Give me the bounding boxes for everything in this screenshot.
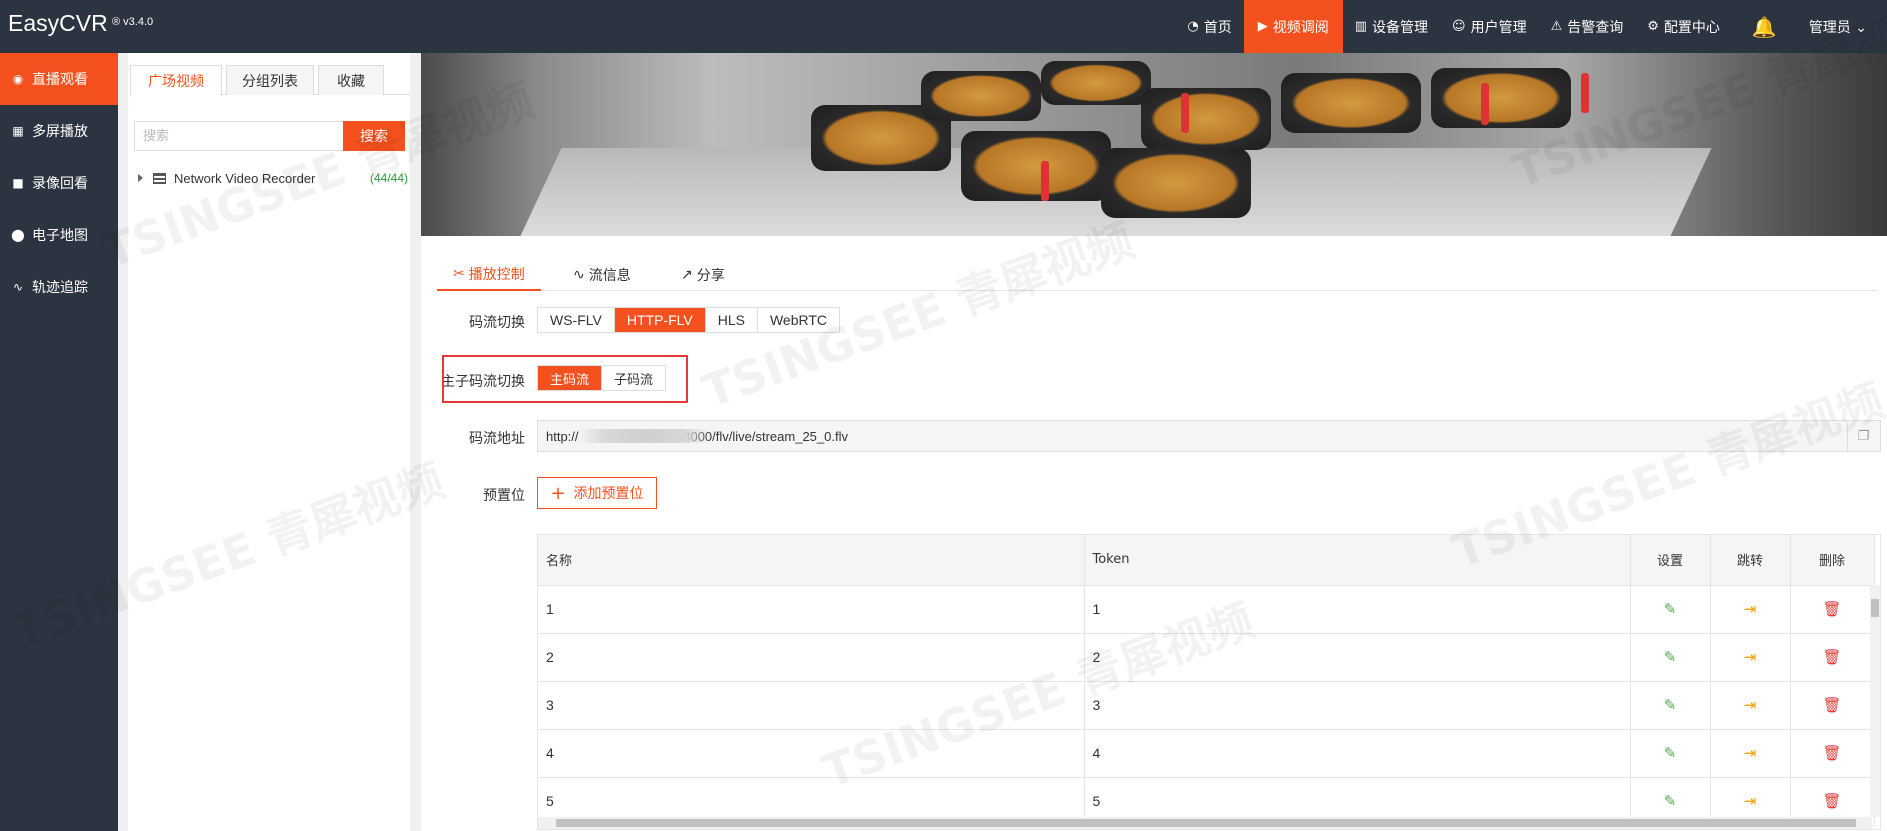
trash-icon[interactable]: 🗑 <box>1822 793 1841 810</box>
nav-config[interactable]: ⚙ 配置中心 <box>1635 0 1732 53</box>
expand-arrow-icon[interactable] <box>138 174 143 182</box>
redacted-host <box>579 429 711 443</box>
edit-icon[interactable]: ✎ <box>1664 601 1677 618</box>
app-version: ® v3.4.0 <box>112 16 154 28</box>
app-logo: EasyCVR <box>8 10 108 36</box>
add-preset-button[interactable]: + 添加预置位 <box>537 477 657 509</box>
video-player[interactable] <box>421 53 1887 236</box>
top-nav: ◔ 首页 ▶ 视频调阅 ▥ 设备管理 ☺ 用户管理 ⚠ 告警查询 ⚙ 配置中心 🔔 管理员 … <box>1175 0 1887 53</box>
col-settings: 设置 <box>1630 535 1711 586</box>
user-icon: ☺ <box>1452 19 1466 34</box>
user-menu[interactable]: 管理员 ⌄ <box>1797 0 1887 53</box>
top-bar: EasyCVR ® v3.4.0 ◔ 首页 ▶ 视频调阅 ▥ 设备管理 ☺ 用户管理 ⚠… <box>0 0 1887 53</box>
search-button[interactable]: 搜索 <box>343 121 405 151</box>
table-row: 2 2 ✎ ⇥ 🗑 <box>538 633 1875 682</box>
table-header: 名称 Token 设置 跳转 删除 <box>538 535 1875 586</box>
sidebar-item-track[interactable]: ∿ 轨迹追踪 <box>0 261 118 313</box>
col-jump: 跳转 <box>1710 535 1791 586</box>
trash-icon[interactable]: 🗑 <box>1822 649 1841 666</box>
player-tabs: ✂ 播放控制 ∿ 流信息 ↗ 分享 <box>437 258 1877 291</box>
sidebar-item-live[interactable]: ◉ 直播观看 <box>0 53 118 105</box>
tab-stream-info[interactable]: ∿ 流信息 <box>573 258 631 291</box>
tab-groups[interactable]: 分组列表 <box>226 65 314 95</box>
plus-icon: + <box>550 482 566 504</box>
map-pin-icon: ⬤ <box>11 228 25 242</box>
jump-icon[interactable]: ⇥ <box>1744 793 1757 810</box>
sidebar-item-multiscreen[interactable]: ▦ 多屏播放 <box>0 105 118 157</box>
video-icon: ■ <box>12 176 24 190</box>
nav-devices[interactable]: ▥ 设备管理 <box>1343 0 1440 53</box>
gear-icon: ⚙ <box>1647 19 1659 34</box>
highlight-box <box>442 355 688 403</box>
nav-home[interactable]: ◔ 首页 <box>1175 0 1243 53</box>
tree-node-count: (44/44) <box>369 171 408 185</box>
table-row: 4 4 ✎ ⇥ 🗑 <box>538 729 1875 778</box>
sidebar-item-playback[interactable]: ■ 录像回看 <box>0 157 118 209</box>
stream-hls-button[interactable]: HLS <box>705 308 758 332</box>
trash-icon[interactable]: 🗑 <box>1822 745 1841 762</box>
edit-icon[interactable]: ✎ <box>1664 697 1677 714</box>
pulse-icon: ∿ <box>573 266 585 283</box>
tools-icon: ✂ <box>453 265 465 282</box>
col-delete: 删除 <box>1790 535 1875 586</box>
nav-alarms[interactable]: ⚠ 告警查询 <box>1539 0 1636 53</box>
jump-icon[interactable]: ⇥ <box>1744 697 1757 714</box>
tree-node-nvr[interactable]: Network Video Recorder (44/44) <box>138 167 408 189</box>
share-icon: ↗ <box>681 266 693 283</box>
stream-url-label: 码流地址 <box>469 431 525 447</box>
col-name: 名称 <box>538 535 1085 586</box>
tab-favorites[interactable]: 收藏 <box>318 65 384 95</box>
table-row: 3 3 ✎ ⇥ 🗑 <box>538 681 1875 730</box>
stream-ws-flv-button[interactable]: WS-FLV <box>538 308 615 332</box>
stream-webrtc-button[interactable]: WebRTC <box>757 308 840 332</box>
tree-tabs: 广场视频 分组列表 收藏 <box>130 65 410 96</box>
main-panel: ✂ 播放控制 ∿ 流信息 ↗ 分享 码流切换 WS-FLV HTTP-FLV HLS … <box>421 53 1887 831</box>
sidebar-item-map[interactable]: ⬤ 电子地图 <box>0 209 118 261</box>
jump-icon[interactable]: ⇥ <box>1744 601 1757 618</box>
dashboard-icon: ◔ <box>1187 19 1199 34</box>
tab-plaza[interactable]: 广场视频 <box>130 65 222 96</box>
table-row: 1 1 ✎ ⇥ 🗑 <box>538 585 1875 634</box>
stream-switch-label: 码流切换 <box>469 315 525 331</box>
preset-table: 名称 Token 设置 跳转 删除 1 1 ✎ ⇥ 🗑 2 2 ✎ ⇥ 🗑 3 3 ✎ ⇥ 🗑 4 4 ✎ ⇥… <box>537 534 1881 830</box>
preset-label: 预置位 <box>483 488 525 504</box>
play-circle-icon: ▶ <box>1257 19 1268 34</box>
grid-icon: ▦ <box>12 124 24 138</box>
table-horizontal-scrollbar[interactable] <box>538 817 1872 829</box>
jump-icon[interactable]: ⇥ <box>1744 649 1757 666</box>
trash-icon[interactable]: 🗑 <box>1822 697 1841 714</box>
device-icon: ▥ <box>1354 19 1368 34</box>
search-input[interactable] <box>134 121 344 151</box>
stream-url-field[interactable]: http:// 18000/flv/live/stream_25_0.flv <box>537 420 1881 452</box>
trash-icon[interactable]: 🗑 <box>1822 601 1841 618</box>
copy-icon[interactable]: ❐ <box>1847 421 1879 451</box>
tab-play-control[interactable]: ✂ 播放控制 <box>437 258 541 291</box>
alarm-icon: ⚠ <box>1550 19 1563 34</box>
jump-icon[interactable]: ⇥ <box>1744 745 1757 762</box>
device-tree-panel: 广场视频 分组列表 收藏 搜索 Network Video Recorder (… <box>128 53 410 831</box>
table-vertical-scrollbar[interactable] <box>1870 585 1880 817</box>
col-token: Token <box>1084 535 1631 586</box>
track-icon: ∿ <box>12 280 24 294</box>
nav-users[interactable]: ☺ 用户管理 <box>1440 0 1539 53</box>
tree-node-label: Network Video Recorder <box>174 170 316 186</box>
sidebar: ◉ 直播观看 ▦ 多屏播放 ■ 录像回看 ⬤ 电子地图 ∿ 轨迹追踪 <box>0 53 118 831</box>
edit-icon[interactable]: ✎ <box>1664 649 1677 666</box>
edit-icon[interactable]: ✎ <box>1664 793 1677 810</box>
edit-icon[interactable]: ✎ <box>1664 745 1677 762</box>
live-icon: ◉ <box>12 72 24 86</box>
nav-video[interactable]: ▶ 视频调阅 <box>1243 0 1343 53</box>
tab-share[interactable]: ↗ 分享 <box>681 258 725 291</box>
stream-url-prefix: http:// <box>546 429 579 444</box>
bell-icon[interactable]: 🔔 <box>1732 0 1797 53</box>
nvr-icon <box>153 172 166 184</box>
stream-http-flv-button[interactable]: HTTP-FLV <box>614 308 706 332</box>
stream-switch-group: WS-FLV HTTP-FLV HLS WebRTC <box>537 307 841 333</box>
